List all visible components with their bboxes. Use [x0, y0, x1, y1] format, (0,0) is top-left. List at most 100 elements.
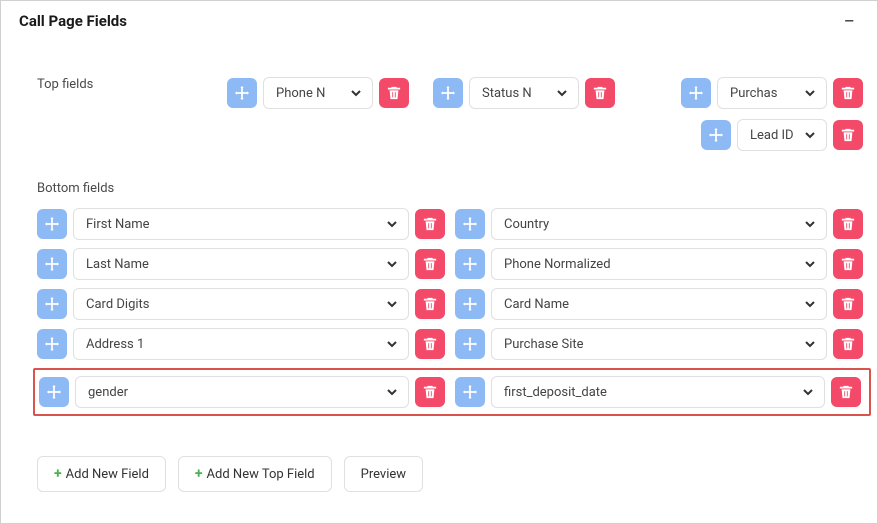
- add-new-field-button[interactable]: + Add New Field: [37, 456, 166, 492]
- bottom-field-select[interactable]: Phone Normalized: [491, 248, 827, 280]
- bottom-row: gender first_deposit_date: [33, 368, 871, 416]
- bottom-fields-section: Bottom fields First NameCountryLast Name…: [37, 181, 873, 416]
- delete-button[interactable]: [833, 289, 863, 319]
- top-fields-label: Top fields: [37, 77, 227, 92]
- panel-title: Call Page Fields: [19, 12, 127, 30]
- chevron-down-icon: [802, 127, 818, 143]
- chevron-down-icon: [802, 216, 818, 232]
- top-field-select-4[interactable]: Lead ID: [737, 119, 827, 151]
- plus-icon: +: [54, 466, 62, 482]
- bottom-field-select[interactable]: Address 1: [73, 328, 409, 360]
- drag-handle-icon[interactable]: [227, 78, 257, 108]
- add-new-top-field-button[interactable]: + Add New Top Field: [178, 456, 332, 492]
- bottom-row: Address 1 Purchase Site: [37, 328, 873, 360]
- delete-button[interactable]: [833, 329, 863, 359]
- plus-icon: +: [195, 466, 203, 482]
- bottom-field-select[interactable]: Card Name: [491, 288, 827, 320]
- delete-button[interactable]: [379, 78, 409, 108]
- bottom-field-right: Phone Normalized: [455, 248, 863, 280]
- bottom-field-left: Card Digits: [37, 288, 445, 320]
- drag-handle-icon[interactable]: [37, 249, 67, 279]
- select-value: Purchase Site: [504, 337, 584, 352]
- top-field-select-1[interactable]: Phone N: [263, 77, 373, 109]
- chevron-down-icon: [802, 256, 818, 272]
- bottom-field-select[interactable]: gender: [75, 376, 409, 408]
- chevron-down-icon: [384, 384, 400, 400]
- bottom-field-select[interactable]: First Name: [73, 208, 409, 240]
- delete-button[interactable]: [833, 120, 863, 150]
- select-value: Address 1: [86, 337, 144, 352]
- chevron-down-icon: [384, 256, 400, 272]
- button-label: Add New Field: [66, 467, 149, 482]
- top-field-select-2[interactable]: Status N: [469, 77, 579, 109]
- delete-button[interactable]: [415, 289, 445, 319]
- bottom-field-left: gender: [39, 376, 445, 408]
- drag-handle-icon[interactable]: [455, 377, 485, 407]
- select-value: Card Digits: [86, 297, 150, 312]
- bottom-field-select[interactable]: Country: [491, 208, 827, 240]
- delete-button[interactable]: [415, 377, 445, 407]
- top-field-select-3[interactable]: Purchas: [717, 77, 827, 109]
- bottom-field-right: Card Name: [455, 288, 863, 320]
- select-value: first_deposit_date: [504, 385, 607, 400]
- bottom-row: Last Name Phone Normalized: [37, 248, 873, 280]
- select-value: Phone Normalized: [504, 257, 611, 272]
- select-value: Country: [504, 217, 549, 232]
- top-field-4: Lead ID: [701, 119, 863, 151]
- delete-button[interactable]: [833, 78, 863, 108]
- preview-button[interactable]: Preview: [344, 456, 423, 492]
- select-value: Lead ID: [750, 128, 794, 143]
- top-fields-area: Phone N Status N: [227, 77, 873, 151]
- button-label: Preview: [361, 467, 406, 482]
- top-field-2: Status N: [433, 77, 615, 109]
- drag-handle-icon[interactable]: [455, 289, 485, 319]
- call-page-fields-panel: Call Page Fields − Top fields Phone N: [0, 0, 878, 524]
- bottom-row: First Name Country: [37, 208, 873, 240]
- top-field-1: Phone N: [227, 77, 409, 109]
- drag-handle-icon[interactable]: [39, 377, 69, 407]
- delete-button[interactable]: [415, 209, 445, 239]
- bottom-field-select[interactable]: Last Name: [73, 248, 409, 280]
- delete-button[interactable]: [833, 209, 863, 239]
- drag-handle-icon[interactable]: [681, 78, 711, 108]
- chevron-down-icon: [802, 296, 818, 312]
- bottom-field-right: Purchase Site: [455, 328, 863, 360]
- bottom-field-select[interactable]: Card Digits: [73, 288, 409, 320]
- bottom-rows: First Name Country Last Name Phone Normaliz…: [37, 208, 873, 416]
- drag-handle-icon[interactable]: [37, 209, 67, 239]
- chevron-down-icon: [802, 85, 818, 101]
- bottom-field-left: Address 1: [37, 328, 445, 360]
- drag-handle-icon[interactable]: [37, 289, 67, 319]
- drag-handle-icon[interactable]: [455, 249, 485, 279]
- delete-button[interactable]: [415, 329, 445, 359]
- button-label: Add New Top Field: [207, 467, 315, 482]
- select-value: Phone N: [276, 86, 325, 101]
- bottom-field-right: first_deposit_date: [455, 376, 861, 408]
- chevron-down-icon: [800, 384, 816, 400]
- chevron-down-icon: [384, 216, 400, 232]
- drag-handle-icon[interactable]: [701, 120, 731, 150]
- delete-button[interactable]: [415, 249, 445, 279]
- delete-button[interactable]: [833, 249, 863, 279]
- drag-handle-icon[interactable]: [433, 78, 463, 108]
- bottom-field-select[interactable]: first_deposit_date: [491, 376, 825, 408]
- select-value: Card Name: [504, 297, 569, 312]
- panel-header: Call Page Fields −: [1, 1, 877, 37]
- bottom-field-select[interactable]: Purchase Site: [491, 328, 827, 360]
- chevron-down-icon: [348, 85, 364, 101]
- drag-handle-icon[interactable]: [455, 209, 485, 239]
- chevron-down-icon: [554, 85, 570, 101]
- chevron-down-icon: [384, 296, 400, 312]
- drag-handle-icon[interactable]: [455, 329, 485, 359]
- select-value: Status N: [482, 86, 532, 101]
- top-field-3: Purchas: [681, 77, 863, 109]
- drag-handle-icon[interactable]: [37, 329, 67, 359]
- delete-button[interactable]: [831, 377, 861, 407]
- select-value: Last Name: [86, 257, 149, 272]
- select-value: First Name: [86, 217, 150, 232]
- collapse-icon[interactable]: −: [840, 11, 859, 31]
- top-fields-section: Top fields Phone N: [37, 77, 873, 151]
- chevron-down-icon: [384, 336, 400, 352]
- delete-button[interactable]: [585, 78, 615, 108]
- bottom-field-left: Last Name: [37, 248, 445, 280]
